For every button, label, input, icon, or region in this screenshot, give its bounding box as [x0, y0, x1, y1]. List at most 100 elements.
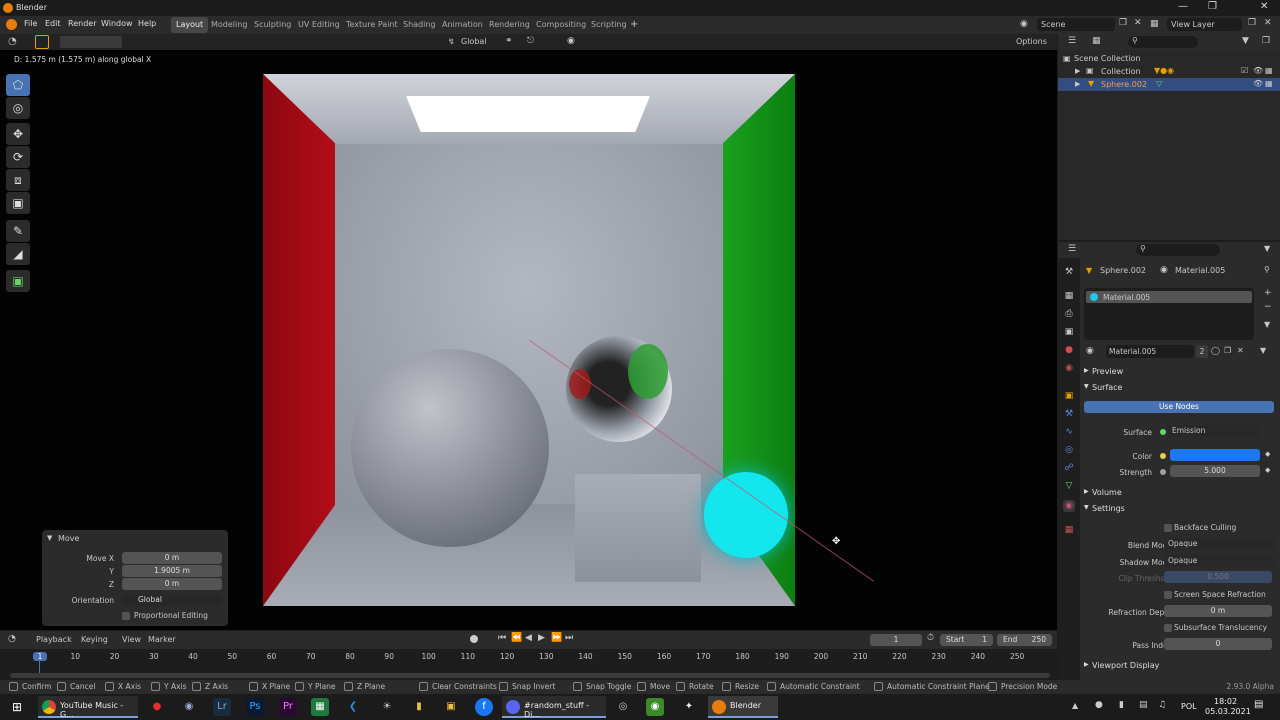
- object-render-icon[interactable]: ▦: [1265, 79, 1273, 88]
- color-swatch[interactable]: [1170, 449, 1260, 461]
- play-icon[interactable]: ▶: [538, 633, 545, 643]
- menu-window[interactable]: Window: [101, 19, 133, 28]
- menu-edit[interactable]: Edit: [45, 19, 61, 28]
- select-mode-icon[interactable]: [35, 35, 49, 49]
- delete-scene-icon[interactable]: ✕: [1134, 18, 1142, 28]
- notifications-icon[interactable]: ▤: [1254, 699, 1263, 710]
- app-icon-2[interactable]: ☀: [378, 698, 396, 716]
- language-indicator[interactable]: POL: [1181, 702, 1197, 711]
- folder-icon[interactable]: ▮: [410, 698, 428, 716]
- volume-section[interactable]: Volume: [1092, 488, 1122, 497]
- view-menu[interactable]: View: [122, 635, 141, 644]
- tab-rendering[interactable]: Rendering: [484, 17, 535, 33]
- move-z-field[interactable]: 0 m: [122, 578, 222, 590]
- steam-icon[interactable]: ◉: [180, 698, 198, 716]
- marker-menu[interactable]: Marker: [148, 635, 176, 644]
- collection-visibility-icon[interactable]: 👁: [1253, 66, 1263, 75]
- vscode-icon[interactable]: ❮: [344, 698, 362, 716]
- ssr-checkbox[interactable]: [1164, 591, 1172, 599]
- data-tab-icon[interactable]: ▽: [1063, 480, 1075, 492]
- outliner[interactable]: ▣ Scene Collection ▶ ▣ Collection ▼●◉ ☑ …: [1058, 50, 1280, 240]
- outliner-editor-icon[interactable]: ☰: [1068, 36, 1076, 46]
- material-link-icon[interactable]: ▼: [1260, 346, 1266, 355]
- shadow-mode-select[interactable]: Opaque: [1164, 555, 1274, 567]
- menu-file[interactable]: File: [24, 19, 37, 28]
- surface-shader-field[interactable]: Emission: [1168, 425, 1260, 437]
- 3d-viewport[interactable]: D: 1.575 m (1.575 m) along global X ✥ ⬠ …: [0, 50, 1057, 630]
- selected-object-label[interactable]: Sphere.002: [1101, 80, 1147, 89]
- app-icon-3[interactable]: ▣: [442, 698, 460, 716]
- move-y-field[interactable]: 1.9005 m: [122, 565, 222, 577]
- menu-render[interactable]: Render: [68, 19, 96, 28]
- playhead[interactable]: [39, 661, 40, 673]
- sss-checkbox[interactable]: [1164, 624, 1172, 632]
- backface-checkbox[interactable]: [1164, 524, 1172, 532]
- object-visibility-icon[interactable]: 👁: [1253, 79, 1263, 88]
- blend-mode-select[interactable]: Opaque: [1164, 538, 1274, 550]
- timeline-scrollbar[interactable]: [10, 673, 1050, 678]
- view-layer-icon[interactable]: ▦: [1150, 19, 1159, 29]
- move-tool[interactable]: ✥: [6, 123, 30, 145]
- output-tab-icon[interactable]: ⎙: [1063, 308, 1075, 320]
- strength-keyframe-icon[interactable]: ◆: [1265, 466, 1270, 474]
- close-icon[interactable]: ✕: [1260, 1, 1268, 12]
- material-browse-icon[interactable]: ◉: [1086, 346, 1094, 356]
- tab-uv-editing[interactable]: UV Editing: [293, 17, 345, 33]
- lightroom-icon[interactable]: Lr: [213, 698, 231, 716]
- network-icon[interactable]: ▤: [1139, 700, 1148, 710]
- premiere-icon[interactable]: Pr: [279, 698, 297, 716]
- view-layer-tab-icon[interactable]: ▣: [1063, 326, 1075, 338]
- fake-user-icon[interactable]: ◯: [1211, 346, 1220, 355]
- world-tab-icon[interactable]: ◉: [1063, 362, 1075, 374]
- options-dropdown[interactable]: Options: [1016, 37, 1047, 46]
- collection-checkbox-icon[interactable]: ☑: [1241, 66, 1248, 75]
- pivot-icon[interactable]: ⚭: [505, 36, 513, 46]
- next-key-icon[interactable]: ⏩: [551, 633, 562, 643]
- outliner-row-selected[interactable]: ▶ ▼ Sphere.002 ▽ 👁 ▦: [1058, 78, 1280, 91]
- scale-tool[interactable]: ⧈: [6, 169, 30, 191]
- select-box-tool[interactable]: ⬠: [6, 74, 30, 96]
- jump-end-icon[interactable]: ⏭: [565, 633, 573, 643]
- minimize-icon[interactable]: —: [1178, 1, 1188, 12]
- tab-scripting[interactable]: Scripting: [586, 17, 632, 33]
- add-workspace-icon[interactable]: +: [630, 19, 638, 30]
- particles-tab-icon[interactable]: ∿: [1063, 426, 1075, 438]
- orientation-select[interactable]: Global: [122, 594, 222, 606]
- collection-render-icon[interactable]: ▦: [1265, 66, 1273, 75]
- settings-section[interactable]: Settings: [1092, 504, 1125, 513]
- snap-icon[interactable]: ⎋: [527, 36, 534, 46]
- taskbar-chrome[interactable]: YouTube Music - G...: [38, 696, 138, 719]
- taskbar-blender[interactable]: Blender: [708, 696, 778, 718]
- viewport-display-arrow-icon[interactable]: ▶: [1084, 661, 1089, 668]
- start-frame-field[interactable]: Start 1: [940, 634, 993, 646]
- app-icon-4[interactable]: ◎: [614, 698, 632, 716]
- tab-modeling[interactable]: Modeling: [206, 17, 252, 33]
- app-icon-1[interactable]: ●: [148, 698, 166, 716]
- panel-title[interactable]: Move: [58, 534, 79, 543]
- slot-specials-icon[interactable]: ▼: [1264, 320, 1270, 329]
- current-frame-field[interactable]: 1: [870, 634, 922, 646]
- jump-start-icon[interactable]: ⏮: [498, 633, 506, 643]
- volume-arrow-icon[interactable]: ▶: [1084, 488, 1089, 495]
- users-count[interactable]: 2: [1196, 345, 1208, 358]
- taskbar-discord[interactable]: #random_stuff - Di...: [502, 696, 606, 719]
- app-icon-5[interactable]: ✦: [680, 698, 698, 716]
- surface-arrow-icon[interactable]: ▼: [1084, 383, 1089, 390]
- collection-expand-icon[interactable]: ▶: [1075, 67, 1080, 75]
- measure-tool[interactable]: ◢: [6, 243, 30, 265]
- refraction-depth-field[interactable]: 0 m: [1164, 605, 1272, 617]
- panel-collapse-icon[interactable]: ▼: [47, 534, 52, 542]
- constraints-tab-icon[interactable]: ☍: [1063, 462, 1075, 474]
- new-collection-icon[interactable]: ❐: [1262, 36, 1270, 46]
- transform-tool[interactable]: ▣: [6, 192, 30, 214]
- collection-label[interactable]: Collection: [1101, 67, 1141, 76]
- facebook-icon[interactable]: f: [475, 698, 493, 716]
- material-slot-list[interactable]: Material.005: [1084, 288, 1254, 340]
- strength-field[interactable]: 5.000: [1170, 465, 1260, 477]
- proportional-checkbox[interactable]: [122, 612, 130, 620]
- use-nodes-button[interactable]: Use Nodes: [1084, 401, 1274, 413]
- material-tab-icon[interactable]: ◉: [1063, 500, 1075, 512]
- keying-menu[interactable]: Keying: [81, 635, 108, 644]
- spreadsheet-icon[interactable]: ▦: [311, 698, 329, 716]
- viewport-display-section[interactable]: Viewport Display: [1092, 661, 1159, 670]
